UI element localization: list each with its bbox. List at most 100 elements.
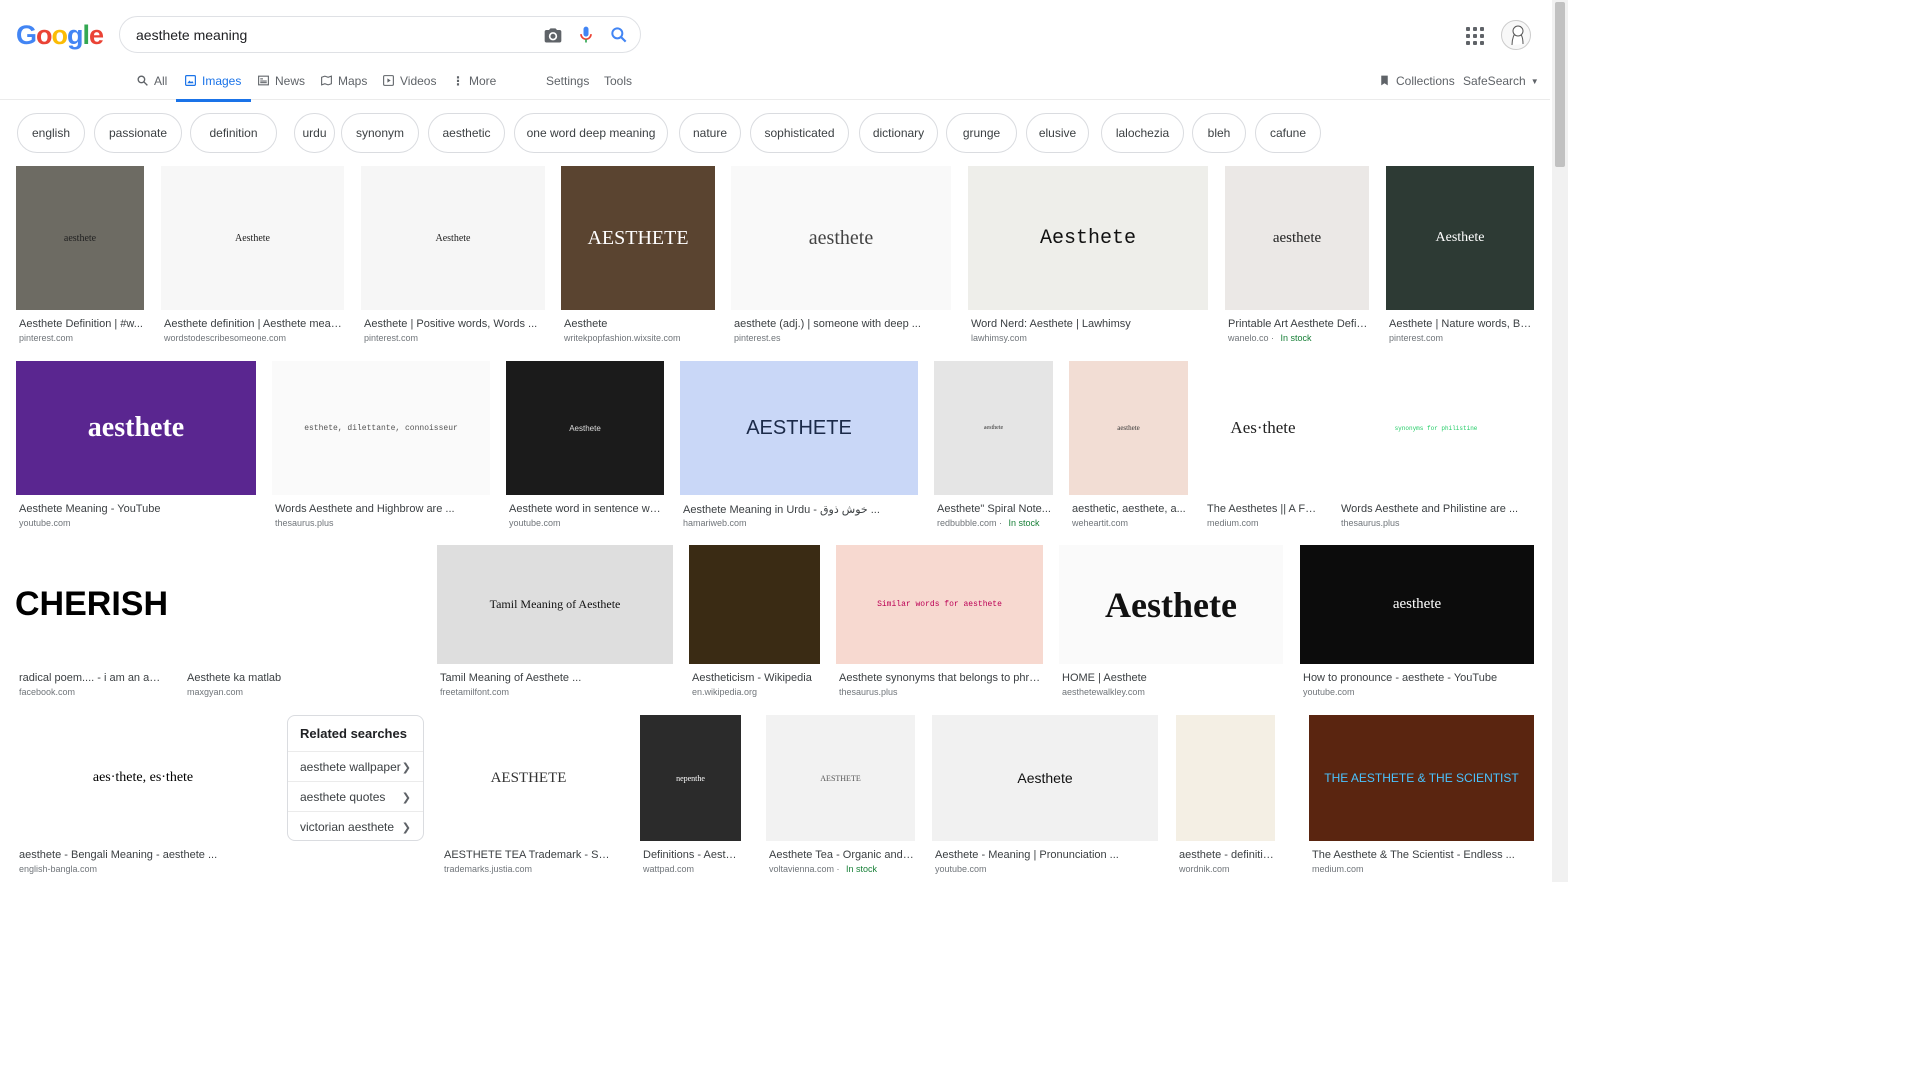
chip-grunge[interactable]: grunge <box>946 113 1017 153</box>
chip-elusive[interactable]: elusive <box>1026 113 1089 153</box>
result-thumbnail[interactable]: Aesthete <box>1059 545 1283 664</box>
result-thumbnail[interactable]: Aesthete <box>361 166 545 310</box>
image-result[interactable]: THE AESTHETE & THE SCIENTIST The Aesthete… <box>1309 715 1534 875</box>
image-result[interactable]: Aesthete Aesthete definition | Aesthete m… <box>161 166 344 344</box>
image-result[interactable]: aesthete - definition a... wordnik.com <box>1176 715 1275 875</box>
result-thumbnail[interactable]: AESTHETE <box>680 361 918 495</box>
result-title[interactable]: Aesthete | Positive words, Words ... <box>364 318 544 330</box>
result-thumbnail[interactable]: Aesthete <box>932 715 1158 841</box>
chip-synonym[interactable]: synonym <box>341 113 419 153</box>
result-title[interactable]: aesthete - Bengali Meaning - aesthete ..… <box>19 849 269 861</box>
result-thumbnail[interactable]: Aesthete <box>968 166 1208 310</box>
result-thumbnail[interactable]: aes·thete, es·thete <box>16 715 270 841</box>
result-title[interactable]: radical poem.... - i am an aest... <box>19 672 166 684</box>
result-thumbnail[interactable]: aesthete <box>16 166 144 310</box>
result-title[interactable]: Aesthete | Nature words, Be... <box>1389 318 1533 330</box>
image-result[interactable]: aesthete aesthete (adj.) | someone with d… <box>731 166 951 344</box>
image-result[interactable]: aesthete Printable Art Aesthete Defini...… <box>1225 166 1369 344</box>
result-title[interactable]: aesthetic, aesthete, a... <box>1072 503 1187 515</box>
account-avatar[interactable] <box>1501 20 1531 50</box>
image-result[interactable]: Aesthete HOME | Aesthete aesthetewalkley.c… <box>1059 545 1283 698</box>
microphone-icon[interactable] <box>576 25 596 45</box>
result-title[interactable]: Aesthete - Meaning | Pronunciation ... <box>935 849 1157 861</box>
image-result[interactable]: AESTHETE Aesthete Meaning in Urdu - خوش ذ… <box>680 361 918 529</box>
result-thumbnail[interactable]: aesthete <box>934 361 1053 495</box>
chip-sophisticated[interactable]: sophisticated <box>750 113 849 153</box>
image-result[interactable]: Aesthete Word Nerd: Aesthete | Lawhimsy la… <box>968 166 1208 344</box>
collections-button[interactable]: Collections <box>1378 74 1455 100</box>
result-title[interactable]: The Aesthete & The Scientist - Endless .… <box>1312 849 1533 861</box>
chip-one-word-deep-meaning[interactable]: one word deep meaning <box>514 113 668 153</box>
result-thumbnail[interactable]: Aes·thete <box>1204 361 1322 495</box>
result-thumbnail[interactable] <box>1176 715 1275 841</box>
result-title[interactable]: Aesthete Definition | #w... <box>19 318 143 330</box>
tab-settings[interactable]: Settings <box>546 74 589 100</box>
result-title[interactable]: Words Aesthete and Highbrow are ... <box>275 503 489 515</box>
result-thumbnail[interactable]: aesthete <box>1069 361 1188 495</box>
image-result[interactable]: AESTHETE Aesthete Tea - Organic and F... v… <box>766 715 915 875</box>
result-title[interactable]: Aesthete word in sentence with... <box>509 503 663 515</box>
search-icon[interactable] <box>609 25 629 45</box>
image-result[interactable]: aesthete Aesthete" Spiral Note... redbubbl… <box>934 361 1053 529</box>
image-result[interactable]: aesthete Aesthete Definition | #w... pinte… <box>16 166 144 344</box>
result-title[interactable]: Aesthete ka matlab <box>187 672 419 684</box>
result-title[interactable]: Aesthete Meaning - YouTube <box>19 503 255 515</box>
result-thumbnail[interactable]: synonyms for philistine <box>1338 361 1534 495</box>
image-result[interactable]: CHERISH radical poem.... - i am an aest..… <box>16 545 167 698</box>
chip-cafune[interactable]: cafune <box>1255 113 1321 153</box>
related-search-item[interactable]: victorian aesthete ❯ <box>288 811 423 841</box>
google-logo[interactable]: Google <box>16 20 104 51</box>
related-search-item[interactable]: aesthete quotes ❯ <box>288 781 423 811</box>
result-thumbnail[interactable]: Aesthete <box>1386 166 1534 310</box>
tab-videos[interactable]: Videos <box>382 74 436 100</box>
result-title[interactable]: aesthete (adj.) | someone with deep ... <box>734 318 950 330</box>
image-result[interactable]: aesthete How to pronounce - aesthete - Yo… <box>1300 545 1534 698</box>
chip-english[interactable]: english <box>17 113 85 153</box>
result-thumbnail[interactable]: CHERISH <box>16 545 167 664</box>
image-result[interactable]: Aesthete Aesthete - Meaning | Pronunciati… <box>932 715 1158 875</box>
result-thumbnail[interactable]: AESTHETE <box>766 715 915 841</box>
result-title[interactable]: Aesthete definition | Aesthete meani... <box>164 318 343 330</box>
image-result[interactable]: Aesthete Aesthete | Positive words, Words… <box>361 166 545 344</box>
tab-tools[interactable]: Tools <box>604 74 632 100</box>
result-title[interactable]: Aesthete Tea - Organic and F... <box>769 849 914 861</box>
scrollbar-thumb[interactable] <box>1555 2 1565 167</box>
chip-dictionary[interactable]: dictionary <box>859 113 938 153</box>
result-thumbnail[interactable]: Tamil Meaning of Aesthete <box>437 545 673 664</box>
result-title[interactable]: Tamil Meaning of Aesthete ... <box>440 672 672 684</box>
image-result[interactable]: AESTHETE Aesthete writekpopfashion.wixsite… <box>561 166 715 344</box>
chip-aesthetic[interactable]: aesthetic <box>428 113 505 153</box>
result-thumbnail[interactable]: Aesthete <box>161 166 344 310</box>
related-search-item[interactable]: aesthete wallpaper ❯ <box>288 751 423 781</box>
safesearch-button[interactable]: SafeSearch ▼ <box>1463 74 1539 100</box>
image-result[interactable]: Aestheticism - Wikipedia en.wikipedia.org <box>689 545 820 698</box>
result-title[interactable]: Aesthete Meaning in Urdu - خوش ذوق ... <box>683 503 917 516</box>
chip-bleh[interactable]: bleh <box>1192 113 1246 153</box>
result-title[interactable]: Aesthete" Spiral Note... <box>937 503 1052 515</box>
result-thumbnail[interactable]: aesthete <box>1225 166 1369 310</box>
scrollbar[interactable] <box>1552 0 1568 882</box>
image-result[interactable]: Aesthete Aesthete word in sentence with..… <box>506 361 664 529</box>
result-title[interactable]: aesthete - definition a... <box>1179 849 1274 861</box>
tab-maps[interactable]: Maps <box>320 74 367 100</box>
image-result[interactable]: synonyms for philistine Words Aesthete an… <box>1338 361 1534 529</box>
tab-more[interactable]: ⋮ More <box>452 74 496 100</box>
result-title[interactable]: AESTHETE TEA Trademark - Seri... <box>444 849 615 861</box>
result-title[interactable]: Words Aesthete and Philistine are ... <box>1341 503 1533 515</box>
result-thumbnail[interactable] <box>184 545 420 664</box>
result-title[interactable]: Definitions - Aesthete ... <box>643 849 740 861</box>
image-result[interactable]: Tamil Meaning of Aesthete Tamil Meaning o… <box>437 545 673 698</box>
result-title[interactable]: Aestheticism - Wikipedia <box>692 672 819 684</box>
image-result[interactable]: aes·thete, es·thete aesthete - Bengali Me… <box>16 715 270 875</box>
image-result[interactable]: aesthete Aesthete Meaning - YouTube youtub… <box>16 361 256 529</box>
image-result[interactable]: Aesthete ka matlab maxgyan.com <box>184 545 420 698</box>
chip-nature[interactable]: nature <box>679 113 741 153</box>
image-result[interactable]: Aesthete Aesthete | Nature words, Be... pi… <box>1386 166 1534 344</box>
result-thumbnail[interactable]: Aesthete <box>506 361 664 495</box>
camera-icon[interactable] <box>543 25 563 45</box>
tab-news[interactable]: News <box>257 74 305 100</box>
search-input[interactable] <box>136 24 516 46</box>
tab-images[interactable]: Images <box>175 74 252 102</box>
result-thumbnail[interactable]: AESTHETE <box>561 166 715 310</box>
chip-definition[interactable]: definition <box>190 113 277 153</box>
